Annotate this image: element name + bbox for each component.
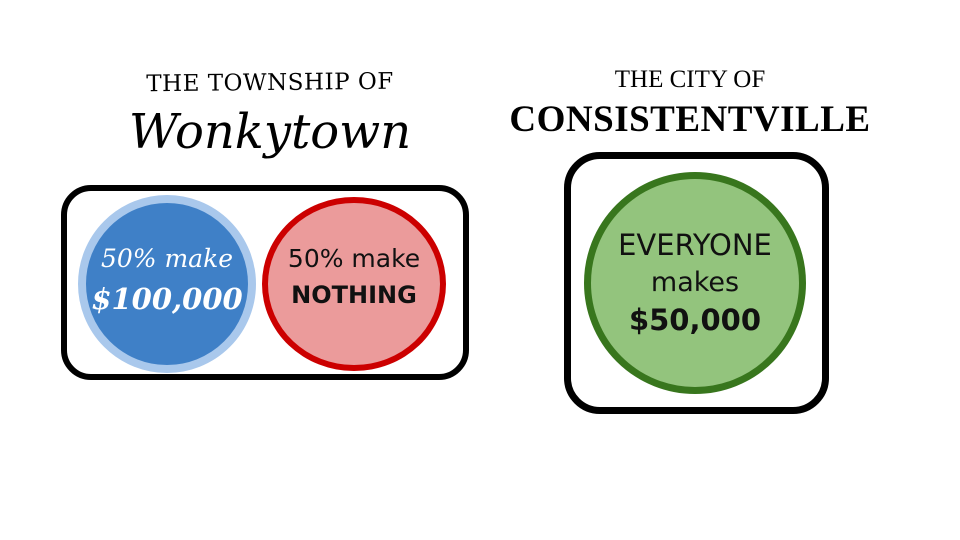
poor-income-label: NOTHING xyxy=(291,280,417,309)
wonkytown-poor-circle: 50% make NOTHING xyxy=(262,197,446,371)
consistentville-prefix: THE CITY OF xyxy=(614,66,766,93)
everyone-label: EVERYONE xyxy=(618,227,772,262)
rich-income-label: $100,000 xyxy=(91,282,243,317)
everyone-income-label: $50,000 xyxy=(628,303,762,338)
wonkytown-prefix: THE TOWNSHIP OF xyxy=(146,68,394,98)
makes-label: makes xyxy=(650,266,740,298)
poor-share-label: 50% make xyxy=(287,244,421,274)
rich-share-label: 50% make xyxy=(100,243,234,273)
wonkytown-title: Wonkytown xyxy=(128,104,412,160)
consistentville-everyone-circle: EVERYONE makes $50,000 xyxy=(584,172,806,394)
consistentville-title: CONSISTENTVILLE xyxy=(509,99,871,140)
wonkytown-rich-circle: 50% make $100,000 xyxy=(78,195,256,373)
